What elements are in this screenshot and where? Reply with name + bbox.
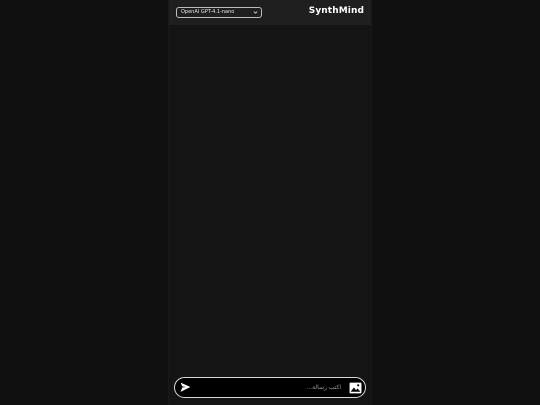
- model-select-value: OpenAI GPT-4.1-nano: [181, 9, 235, 15]
- chevron-down-icon: [253, 11, 258, 14]
- send-icon[interactable]: [179, 381, 192, 394]
- chat-app: OpenAI GPT-4.1-nano SynthMind: [169, 0, 371, 405]
- model-select[interactable]: OpenAI GPT-4.1-nano: [176, 7, 262, 18]
- brand-title: SynthMind: [308, 6, 364, 16]
- composer: [174, 377, 366, 398]
- message-area: [169, 25, 371, 373]
- header: OpenAI GPT-4.1-nano SynthMind: [169, 0, 371, 25]
- image-icon[interactable]: [349, 382, 362, 394]
- message-input[interactable]: [197, 380, 345, 395]
